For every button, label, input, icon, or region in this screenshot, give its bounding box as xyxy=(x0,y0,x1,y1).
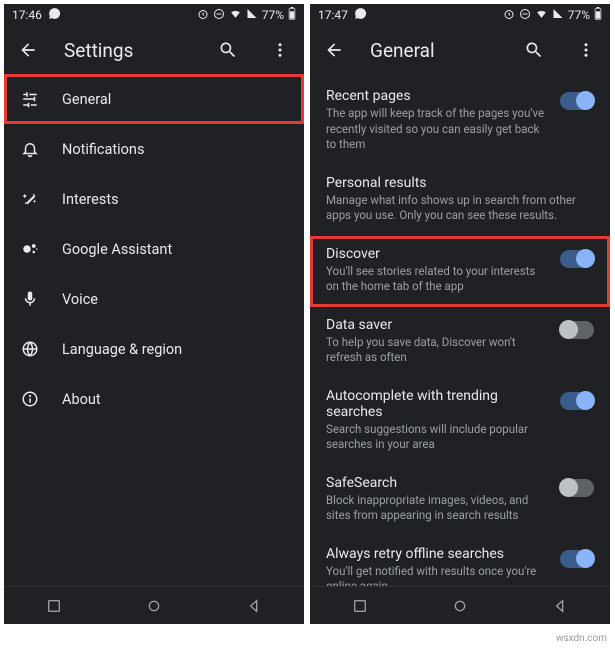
back-icon[interactable] xyxy=(12,34,44,66)
assistant-icon xyxy=(20,239,40,259)
wifi-icon xyxy=(229,7,242,23)
item-title: SafeSearch xyxy=(326,475,550,491)
item-title: Personal results xyxy=(326,175,594,191)
settings-list: General Notifications Interests Google A… xyxy=(4,74,304,586)
settings-item-label: General xyxy=(62,91,111,108)
mic-icon xyxy=(20,289,40,309)
nav-recent-icon[interactable] xyxy=(340,594,380,618)
battery-icon xyxy=(288,7,296,23)
back-icon[interactable] xyxy=(318,34,350,66)
item-sub: To help you save data, Discover won't re… xyxy=(326,335,550,366)
item-sub: Block inappropriate images, videos, and … xyxy=(326,493,550,524)
item-sub: Search suggestions will include popular … xyxy=(326,422,550,453)
settings-item-language[interactable]: Language & region xyxy=(4,324,304,374)
general-item-discover[interactable]: Discover You'll see stories related to y… xyxy=(310,236,610,307)
nav-home-icon[interactable] xyxy=(134,594,174,618)
settings-item-voice[interactable]: Voice xyxy=(4,274,304,324)
search-icon[interactable] xyxy=(212,34,244,66)
toggle-switch[interactable] xyxy=(560,250,594,268)
item-sub: You'll see stories related to your inter… xyxy=(326,264,550,295)
general-item-recent-pages[interactable]: Recent pages The app will keep track of … xyxy=(310,78,610,165)
settings-item-label: Voice xyxy=(62,291,98,308)
item-title: Data saver xyxy=(326,317,550,333)
item-title: Discover xyxy=(326,246,550,262)
dnd-icon xyxy=(519,8,531,23)
toggle-switch[interactable] xyxy=(560,479,594,497)
search-icon[interactable] xyxy=(518,34,550,66)
toggle-switch[interactable] xyxy=(560,92,594,110)
status-time: 17:47 xyxy=(318,8,348,22)
settings-item-label: About xyxy=(62,391,101,408)
settings-item-about[interactable]: About xyxy=(4,374,304,424)
wand-icon xyxy=(20,189,40,209)
battery-text: 77% xyxy=(568,8,590,22)
item-sub: You'll get notified with results once yo… xyxy=(326,564,550,586)
settings-item-label: Interests xyxy=(62,191,119,208)
more-icon[interactable] xyxy=(570,34,602,66)
watermark: wsxdn.com xyxy=(556,633,607,644)
settings-item-label: Notifications xyxy=(62,141,144,158)
nav-bar xyxy=(310,586,610,624)
bell-icon xyxy=(20,139,40,159)
app-header: Settings xyxy=(4,26,304,74)
whatsapp-icon xyxy=(48,7,61,23)
alarm-icon xyxy=(197,8,209,23)
signal-icon xyxy=(552,8,564,23)
app-header: General xyxy=(310,26,610,74)
nav-bar xyxy=(4,586,304,624)
settings-item-assistant[interactable]: Google Assistant xyxy=(4,224,304,274)
settings-item-label: Google Assistant xyxy=(62,241,172,258)
status-bar: 17:47 77% xyxy=(310,4,610,26)
phone-settings: 17:46 77% Settings xyxy=(4,4,304,624)
general-item-data-saver[interactable]: Data saver To help you save data, Discov… xyxy=(310,307,610,378)
toggle-switch[interactable] xyxy=(560,321,594,339)
settings-item-notifications[interactable]: Notifications xyxy=(4,124,304,174)
nav-back-icon[interactable] xyxy=(234,594,274,618)
general-item-retry-offline[interactable]: Always retry offline searches You'll get… xyxy=(310,536,610,586)
general-item-autocomplete[interactable]: Autocomplete with trending searches Sear… xyxy=(310,378,610,465)
toggle-switch[interactable] xyxy=(560,392,594,410)
whatsapp-icon xyxy=(354,7,367,23)
battery-icon xyxy=(594,7,602,23)
general-list: Recent pages The app will keep track of … xyxy=(310,74,610,586)
wifi-icon xyxy=(535,7,548,23)
item-title: Recent pages xyxy=(326,88,550,104)
item-sub: The app will keep track of the pages you… xyxy=(326,106,550,153)
battery-text: 77% xyxy=(262,8,284,22)
status-bar: 17:46 77% xyxy=(4,4,304,26)
page-title: General xyxy=(370,39,498,62)
page-title: Settings xyxy=(64,39,192,62)
nav-back-icon[interactable] xyxy=(540,594,580,618)
tune-icon xyxy=(20,89,40,109)
more-icon[interactable] xyxy=(264,34,296,66)
nav-recent-icon[interactable] xyxy=(34,594,74,618)
signal-icon xyxy=(246,8,258,23)
toggle-switch[interactable] xyxy=(560,550,594,568)
item-title: Always retry offline searches xyxy=(326,546,550,562)
item-title: Autocomplete with trending searches xyxy=(326,388,550,420)
settings-item-general[interactable]: General xyxy=(4,74,304,124)
settings-item-interests[interactable]: Interests xyxy=(4,174,304,224)
status-time: 17:46 xyxy=(12,8,42,22)
general-item-personal-results[interactable]: Personal results Manage what info shows … xyxy=(310,165,610,236)
info-icon xyxy=(20,389,40,409)
alarm-icon xyxy=(503,8,515,23)
nav-home-icon[interactable] xyxy=(440,594,480,618)
general-item-safesearch[interactable]: SafeSearch Block inappropriate images, v… xyxy=(310,465,610,536)
dnd-icon xyxy=(213,8,225,23)
item-sub: Manage what info shows up in search from… xyxy=(326,193,594,224)
globe-icon xyxy=(20,339,40,359)
settings-item-label: Language & region xyxy=(62,341,182,358)
phone-general: 17:47 77% General xyxy=(310,4,610,624)
